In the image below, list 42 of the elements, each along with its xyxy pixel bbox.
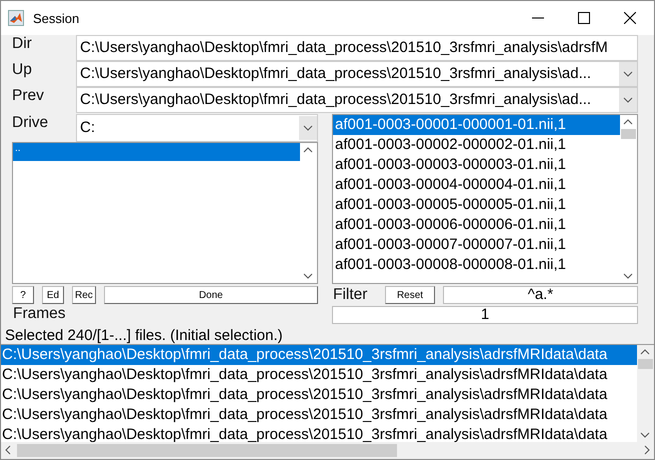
reset-button[interactable]: Reset	[385, 286, 435, 304]
chevron-down-icon	[299, 116, 317, 140]
action-button[interactable]: Done	[104, 286, 318, 304]
chevron-down-icon	[619, 88, 637, 112]
directory-dropdown[interactable]: C:\Users\yanghao\Desktop\fmri_data_process\201510_3rsfmri_analysis\ad...	[76, 61, 638, 87]
frames-field[interactable]: 1	[332, 306, 638, 324]
selected-file-item[interactable]: C:\Users\yanghao\Desktop\fmri_data_process\201510_3rsfmri_analysis\adrsfMRIdata\data	[1, 405, 637, 425]
selected-file-item[interactable]: C:\Users\yanghao\Desktop\fmri_data_process\201510_3rsfmri_analysis\adrsfMRIdata\data	[1, 425, 637, 442]
action-button[interactable]: ?	[12, 286, 34, 304]
filter-label: Filter	[333, 286, 368, 304]
file-item[interactable]: af001-0003-00005-000005-01.nii,1	[333, 195, 620, 215]
selected-file-item[interactable]: C:\Users\yanghao\Desktop\fmri_data_process\201510_3rsfmri_analysis\adrsfMRIdata\data	[1, 365, 637, 385]
app-logo-icon	[8, 10, 24, 26]
drive-dropdown[interactable]: C:	[76, 114, 318, 142]
directory-field[interactable]: C:\Users\yanghao\Desktop\fmri_data_process\201510_3rsfmri_analysis\adrsfM	[76, 35, 638, 61]
directory-dropdown[interactable]: C:\Users\yanghao\Desktop\fmri_data_process\201510_3rsfmri_analysis\ad...	[76, 87, 638, 113]
selected-file-item[interactable]: C:\Users\yanghao\Desktop\fmri_data_process\201510_3rsfmri_analysis\adrsfMRIdata\data	[1, 345, 637, 365]
file-item[interactable]: af001-0003-00001-000001-01.nii,1	[333, 115, 620, 135]
file-item[interactable]: af001-0003-00008-000008-01.nii,1	[333, 255, 620, 275]
action-button[interactable]: Ed	[42, 286, 64, 304]
filter-field[interactable]: ^a.*	[443, 286, 638, 304]
maximize-icon[interactable]	[578, 12, 590, 24]
file-item[interactable]: af001-0003-00002-000002-01.nii,1	[333, 135, 620, 155]
action-button[interactable]: Rec	[72, 286, 96, 304]
window-title: Session	[33, 10, 80, 26]
file-item[interactable]: af001-0003-00006-000006-01.nii,1	[333, 215, 620, 235]
scrollbar-thumb[interactable]	[621, 129, 636, 139]
scrollbar-thumb[interactable]	[638, 359, 653, 369]
chevron-down-icon	[619, 62, 637, 86]
directory-item[interactable]: ..	[13, 143, 300, 161]
scrollbar-thumb[interactable]	[17, 444, 397, 457]
file-item[interactable]: af001-0003-00007-000007-01.nii,1	[333, 235, 620, 255]
selected-file-item[interactable]: C:\Users\yanghao\Desktop\fmri_data_process\201510_3rsfmri_analysis\adrsfMRIdata\data	[1, 385, 637, 405]
path-label: Dir	[12, 35, 33, 54]
frames-label: Frames	[13, 305, 67, 323]
path-label: Up	[12, 61, 33, 80]
status-text: Selected 240/[1-...] files. (Initial selection.)	[5, 327, 284, 344]
drive-label: Drive	[12, 114, 50, 133]
file-item[interactable]: af001-0003-00004-000004-01.nii,1	[333, 175, 620, 195]
close-icon[interactable]	[624, 12, 636, 24]
file-item[interactable]: af001-0003-00003-000003-01.nii,1	[333, 155, 620, 175]
path-label: Prev	[12, 87, 45, 106]
